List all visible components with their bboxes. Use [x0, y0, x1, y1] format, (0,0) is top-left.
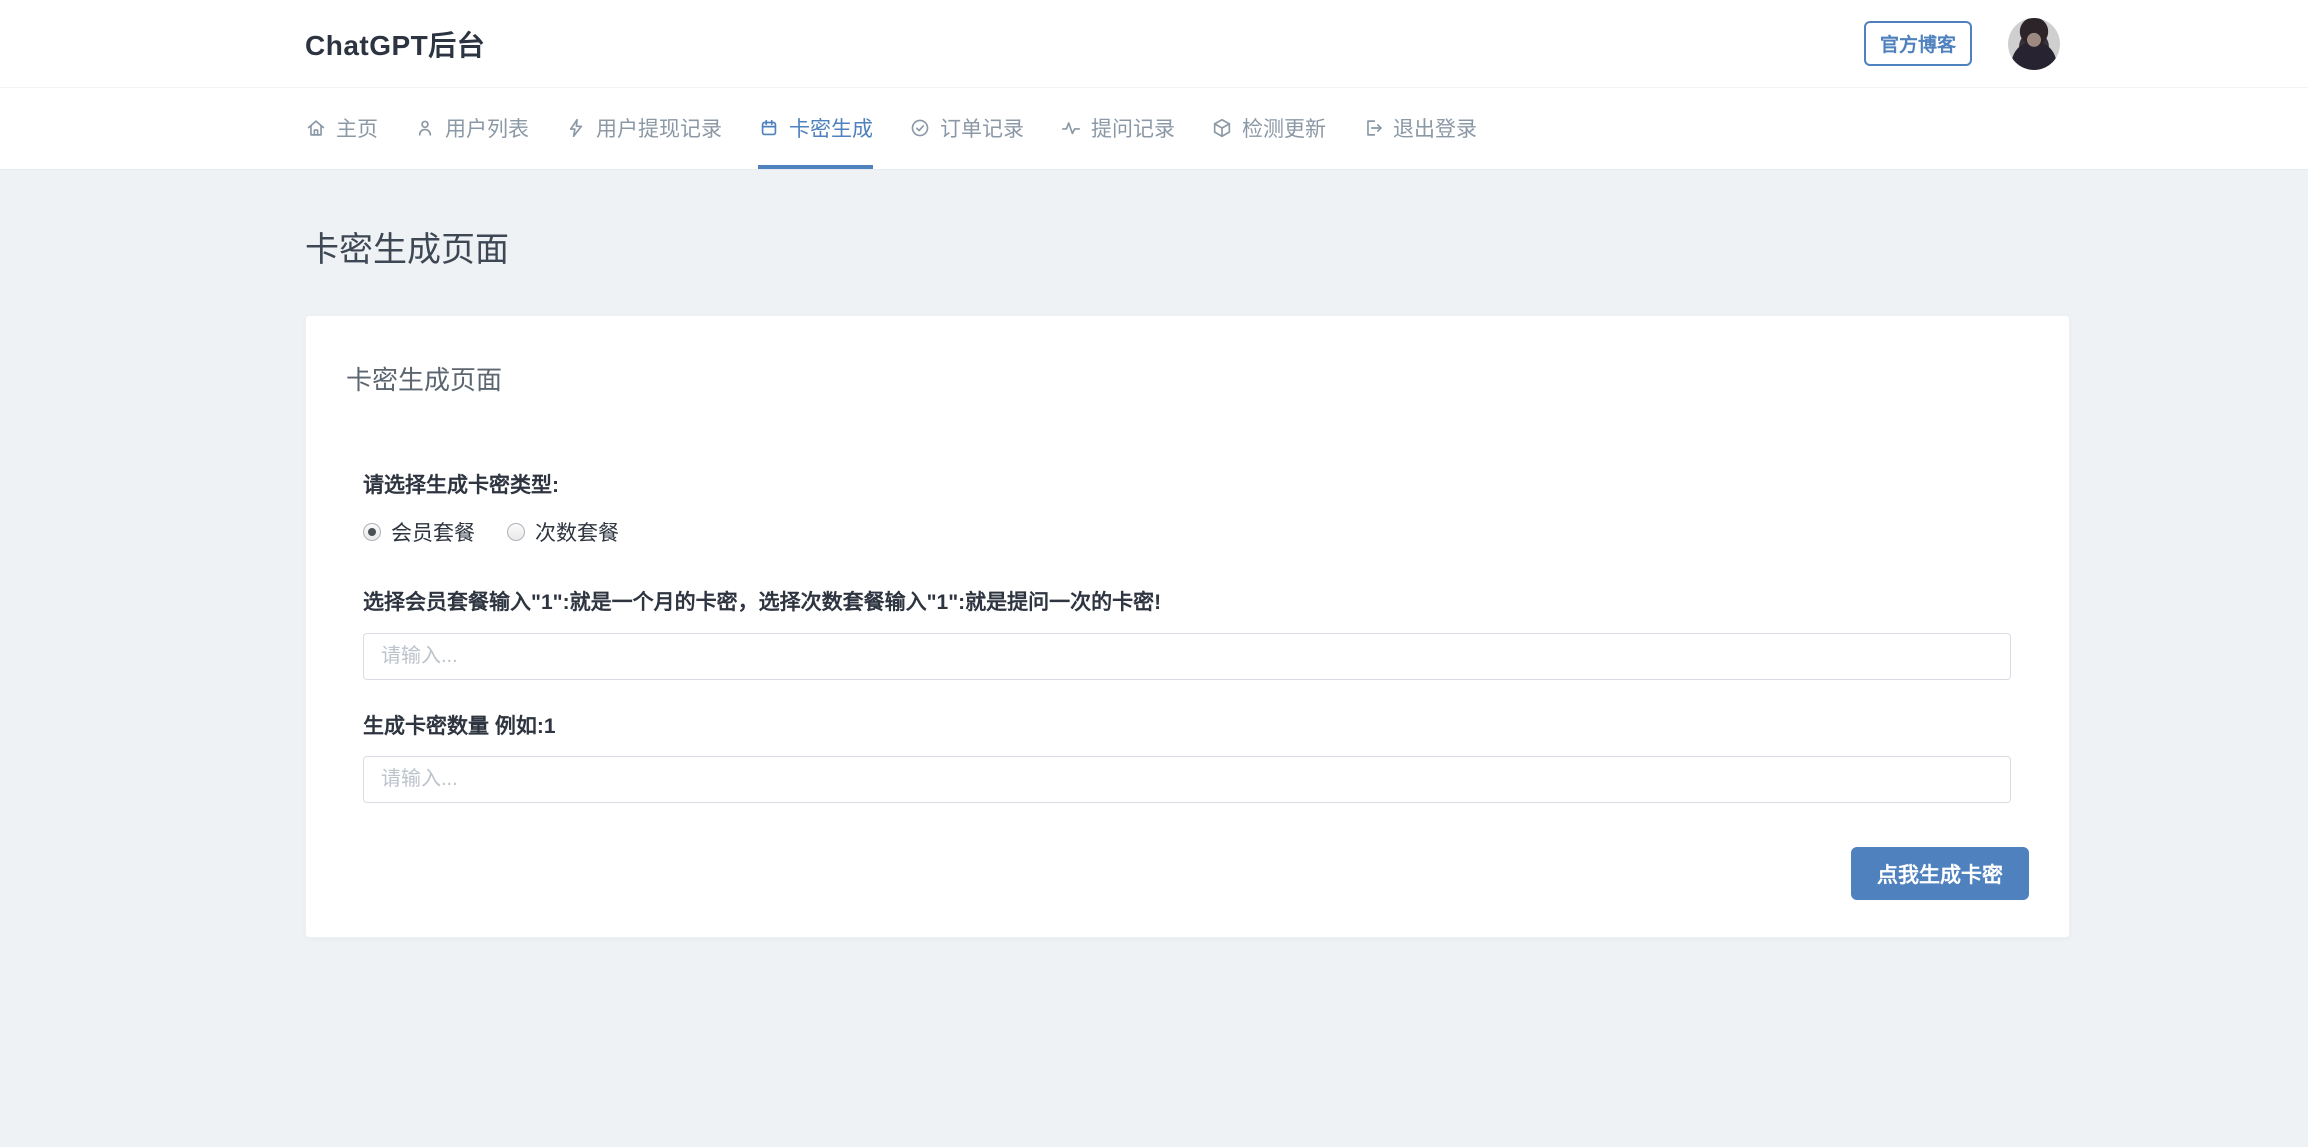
page-title: 卡密生成页面 — [305, 231, 509, 269]
nav-item-check-update[interactable]: 检测更新 — [1211, 88, 1326, 169]
user-icon — [418, 120, 432, 136]
card-value-label: 选择会员套餐输入"1":就是一个月的卡密，选择次数套餐输入"1":就是提问一次的… — [363, 591, 1162, 614]
official-blog-button[interactable]: 官方博客 — [1863, 21, 1972, 66]
page-content: 卡密生成页面 卡密生成页面 请选择生成卡密类型: 会员套餐 次数套餐 选择会员套… — [0, 170, 2308, 938]
radio-option-count-package[interactable]: 次数套餐 — [507, 517, 619, 547]
card-value-input[interactable] — [363, 633, 2011, 680]
card-generate-form: 请选择生成卡密类型: 会员套餐 次数套餐 选择会员套餐输入"1":就是一个月的卡… — [363, 469, 2029, 900]
card-generate-panel: 卡密生成页面 请选择生成卡密类型: 会员套餐 次数套餐 选择会员套餐输入"1":… — [305, 315, 2070, 938]
nav-item-label: 提问记录 — [1091, 118, 1175, 141]
nav-item-label: 退出登录 — [1393, 118, 1477, 141]
card-count-label: 生成卡密数量 例如:1 — [363, 715, 556, 738]
nav-item-label: 订单记录 — [940, 118, 1024, 141]
avatar[interactable] — [2008, 17, 2060, 70]
calendar-icon — [761, 119, 777, 136]
submit-row: 点我生成卡密 — [363, 847, 2029, 900]
nav-item-user-list[interactable]: 用户列表 — [414, 88, 529, 169]
card-type-label: 请选择生成卡密类型: — [363, 474, 559, 497]
card-heading: 卡密生成页面 — [346, 365, 503, 395]
check-circle-icon — [911, 119, 929, 137]
nav-item-label: 卡密生成 — [789, 118, 873, 141]
radio-count-dot[interactable] — [507, 523, 525, 541]
radio-option-member-package[interactable]: 会员套餐 — [363, 517, 475, 547]
nav-item-question-records[interactable]: 提问记录 — [1060, 88, 1175, 169]
home-icon — [307, 120, 325, 136]
nav-item-label: 主页 — [336, 118, 378, 141]
radio-member-label: 会员套餐 — [391, 522, 475, 545]
main-nav: 主页 用户列表 用户提现记录 卡密生成 订单记录 提问记录 检测更新 退出登录 — [0, 88, 2308, 170]
radio-count-label: 次数套餐 — [535, 522, 619, 545]
nav-item-logout[interactable]: 退出登录 — [1362, 88, 1477, 169]
nav-item-order-records[interactable]: 订单记录 — [909, 88, 1024, 169]
logout-icon — [1367, 120, 1382, 136]
card-count-input[interactable] — [363, 756, 2011, 803]
pulse-icon — [1061, 122, 1081, 135]
nav-item-withdraw-records[interactable]: 用户提现记录 — [565, 88, 722, 169]
radio-member-dot[interactable] — [363, 523, 381, 541]
generate-card-button[interactable]: 点我生成卡密 — [1851, 847, 2029, 900]
app-header: ChatGPT后台 官方博客 — [0, 0, 2308, 88]
nav-item-home[interactable]: 主页 — [305, 88, 378, 169]
app-title: ChatGPT后台 — [305, 29, 486, 61]
card-type-radio-group: 会员套餐 次数套餐 — [363, 517, 2011, 547]
nav-item-label: 检测更新 — [1242, 118, 1326, 141]
package-icon — [1213, 118, 1231, 138]
nav-item-label: 用户提现记录 — [596, 118, 722, 141]
nav-item-card-generate[interactable]: 卡密生成 — [758, 88, 873, 169]
nav-item-label: 用户列表 — [445, 118, 529, 141]
lightning-icon — [569, 118, 583, 138]
